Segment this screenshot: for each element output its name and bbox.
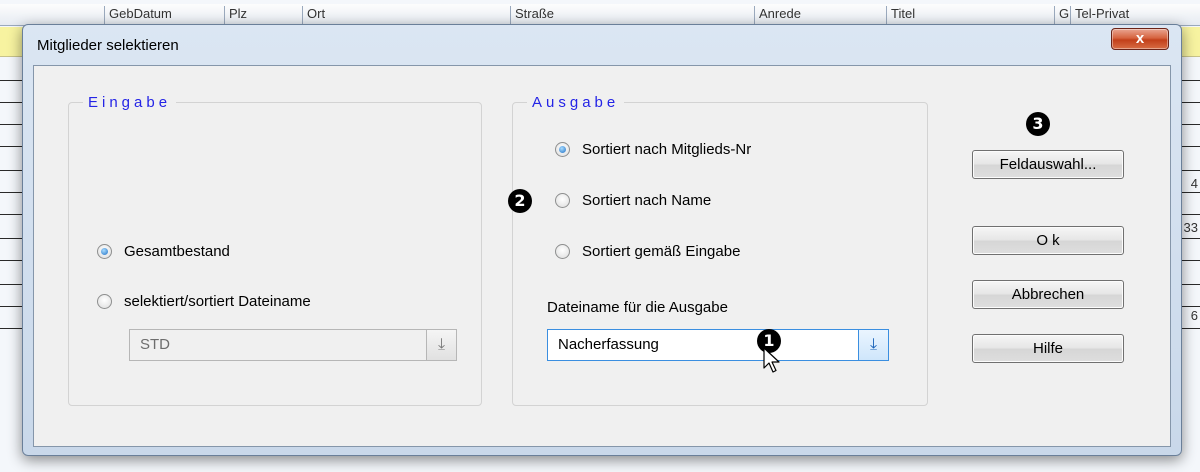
annotation-badge-3: 3 bbox=[1026, 112, 1050, 136]
col-titel[interactable]: Titel bbox=[886, 6, 1054, 26]
radio-label: selektiert/sortiert Dateiname bbox=[124, 293, 311, 310]
ausgabe-group: Ausgabe Sortiert nach Mitglieds-Nr Sorti… bbox=[512, 94, 928, 406]
ausgabe-title: Ausgabe bbox=[527, 94, 625, 111]
feldauswahl-button[interactable]: Feldauswahl... bbox=[972, 150, 1124, 179]
eingabe-title: Eingabe bbox=[83, 94, 177, 111]
col-g[interactable]: G bbox=[1054, 6, 1070, 26]
dialog-body: Eingabe Gesamtbestand selektiert/sortier… bbox=[33, 65, 1171, 447]
ausgabe-file-label: Dateiname für die Ausgabe bbox=[547, 299, 728, 316]
radio-gesamtbestand[interactable]: Gesamtbestand bbox=[97, 243, 230, 260]
radio-unchecked-icon[interactable] bbox=[97, 294, 112, 309]
radio-name[interactable]: Sortiert nach Name bbox=[555, 192, 711, 209]
eingabe-group: Eingabe Gesamtbestand selektiert/sortier… bbox=[68, 94, 482, 406]
radio-unchecked-icon[interactable] bbox=[555, 244, 570, 259]
col-plz[interactable]: Plz bbox=[224, 6, 302, 26]
download-arrow-icon[interactable]: ⤓ bbox=[426, 330, 456, 360]
annotation-badge-2: 2 bbox=[508, 189, 532, 213]
ausgabe-file-combo[interactable]: Nacherfassung ⤓ bbox=[547, 329, 889, 361]
mitglieder-dialog: Mitglieder selektieren x Eingabe Gesamtb… bbox=[22, 24, 1182, 456]
radio-label: Sortiert gemäß Eingabe bbox=[582, 243, 741, 260]
radio-selektiert[interactable]: selektiert/sortiert Dateiname bbox=[97, 293, 311, 310]
ausgabe-file-value[interactable]: Nacherfassung bbox=[558, 336, 659, 353]
eingabe-file-combo[interactable]: STD ⤓ bbox=[129, 329, 457, 361]
close-icon: x bbox=[1135, 30, 1145, 47]
cell-value: 33 bbox=[1183, 220, 1198, 235]
radio-label: Sortiert nach Mitglieds-Nr bbox=[582, 141, 752, 158]
cell-value: 4 bbox=[1190, 176, 1198, 191]
radio-checked-icon[interactable] bbox=[97, 244, 112, 259]
abbrechen-button[interactable]: Abbrechen bbox=[972, 280, 1124, 309]
col-strasse[interactable]: Straße bbox=[510, 6, 754, 26]
col-ort[interactable]: Ort bbox=[302, 6, 510, 26]
mouse-cursor-icon bbox=[763, 347, 780, 373]
radio-mitglieds-nr[interactable]: Sortiert nach Mitglieds-Nr bbox=[555, 141, 751, 158]
col-anrede[interactable]: Anrede bbox=[754, 6, 886, 26]
ok-button[interactable]: O k bbox=[972, 226, 1124, 255]
radio-checked-icon[interactable] bbox=[555, 142, 570, 157]
radio-label: Gesamtbestand bbox=[124, 243, 230, 260]
radio-unchecked-icon[interactable] bbox=[555, 193, 570, 208]
download-arrow-icon[interactable]: ⤓ bbox=[858, 330, 888, 360]
radio-label: Sortiert nach Name bbox=[582, 192, 712, 209]
eingabe-file-value: STD bbox=[140, 336, 170, 353]
col-tel-privat[interactable]: Tel-Privat bbox=[1070, 6, 1200, 26]
close-button[interactable]: x bbox=[1111, 28, 1169, 50]
dialog-title: Mitglieder selektieren bbox=[37, 37, 179, 54]
col-gebdatum[interactable]: GebDatum bbox=[104, 6, 224, 26]
cell-value: 6 bbox=[1190, 308, 1198, 323]
radio-eingabe[interactable]: Sortiert gemäß Eingabe bbox=[555, 243, 740, 260]
hilfe-button[interactable]: Hilfe bbox=[972, 334, 1124, 363]
